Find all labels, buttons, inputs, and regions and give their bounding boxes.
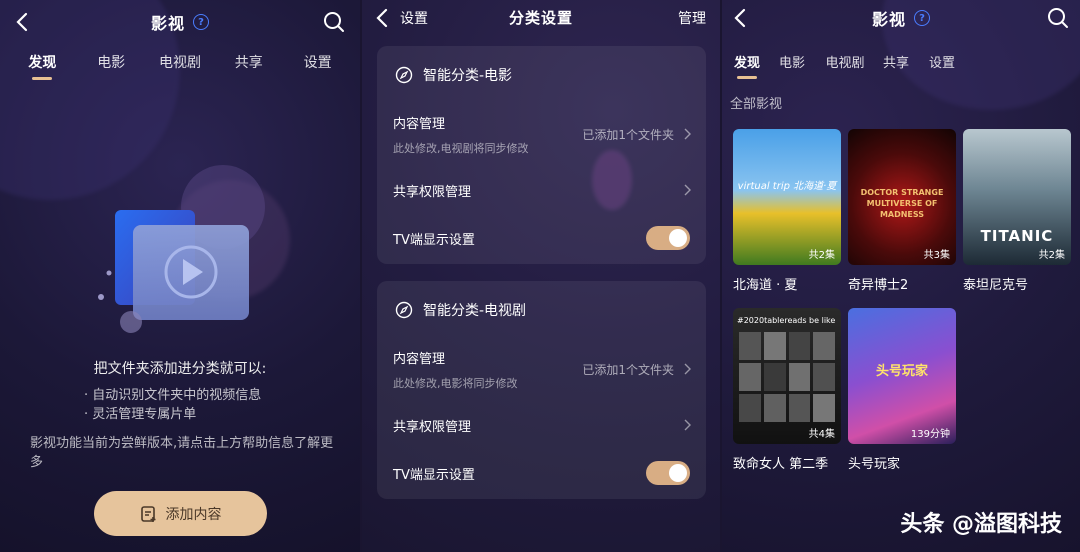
- manage-button[interactable]: 管理: [678, 8, 706, 28]
- poster-card[interactable]: 头号玩家 139分钟: [848, 308, 956, 444]
- panel-discover-library: 影视 ? 发现 电影 电视剧 共享 设置 全部影视 virtual trip 北…: [722, 0, 1080, 552]
- feature-list: · 自动识别文件夹中的视频信息 · 灵活管理专属片单: [84, 386, 261, 424]
- poster-card[interactable]: DOCTOR STRANGE MULTIVERSE OF MADNESS 共3集: [848, 129, 956, 265]
- row-label: 内容管理: [393, 351, 446, 367]
- beta-note: 影视功能当前为尝鲜版本,请点击上方帮助信息了解更多: [30, 436, 334, 470]
- feature-item: · 灵活管理专属片单: [84, 407, 197, 422]
- top-bar: 分类设置: [362, 0, 720, 34]
- tab-share[interactable]: 共享: [874, 52, 918, 71]
- folder-count: 已添加1个文件夹: [582, 362, 674, 377]
- share-permission-row[interactable]: 共享权限管理: [377, 164, 706, 216]
- panel-discover-empty: 影视 ? 发现 电影 电视剧 共享 设置 把文件夹添加进分类就可以: · 自动识…: [0, 0, 360, 552]
- page-title: 影视: [150, 14, 185, 33]
- row-sublabel: 此处修改,电影将同步修改: [393, 376, 518, 390]
- poster-title: 泰坦尼克号: [963, 278, 1029, 293]
- category-card-movies: 智能分类-电影 内容管理此处修改,电视剧将同步修改 已添加1个文件夹 共享权限管…: [377, 46, 706, 264]
- poster-title: 北海道 · 夏: [733, 278, 798, 293]
- poster-art-text: #2020tablereads be like: [737, 316, 836, 325]
- tab-discover[interactable]: 发现: [726, 52, 768, 71]
- duration-badge: 139分钟: [910, 429, 950, 440]
- tab-bar: 发现 电影 电视剧 共享 设置: [0, 52, 360, 72]
- top-bar: 影视 ?: [0, 0, 360, 44]
- tab-movies[interactable]: 电影: [768, 52, 816, 71]
- poster-art-text: 头号玩家: [875, 364, 928, 379]
- top-bar: 影视 ?: [722, 0, 1080, 36]
- episode-badge: 共3集: [923, 250, 950, 261]
- tab-movies[interactable]: 电影: [77, 52, 146, 72]
- card-header: 智能分类-电影: [377, 46, 706, 104]
- folder-count: 已添加1个文件夹: [582, 127, 674, 142]
- tab-tv[interactable]: 电视剧: [816, 52, 874, 71]
- category-card-tv: 智能分类-电视剧 内容管理此处修改,电影将同步修改 已添加1个文件夹 共享权限管…: [377, 281, 706, 499]
- tv-display-toggle[interactable]: [646, 461, 690, 485]
- row-label: 共享权限管理: [393, 184, 472, 200]
- row-label: 共享权限管理: [393, 419, 472, 435]
- card-title: 智能分类-电视剧: [423, 303, 527, 319]
- tab-tv[interactable]: 电视剧: [146, 52, 215, 72]
- section-title: 全部影视: [730, 97, 783, 112]
- screenshot-collage: 影视 ? 发现 电影 电视剧 共享 设置 把文件夹添加进分类就可以: · 自动识…: [0, 0, 1080, 552]
- chevron-right-icon: [684, 363, 691, 375]
- search-icon[interactable]: [322, 10, 346, 34]
- chevron-right-icon: [684, 419, 691, 431]
- tab-settings[interactable]: 设置: [283, 52, 352, 72]
- chevron-right-icon: [684, 128, 691, 140]
- poster-art-text: virtual trip 北海道·夏: [737, 181, 837, 192]
- share-permission-row[interactable]: 共享权限管理: [377, 399, 706, 451]
- card-header: 智能分类-电视剧: [377, 281, 706, 339]
- chevron-right-icon: [684, 184, 691, 196]
- tv-display-row: TV端显示设置: [377, 451, 706, 495]
- search-icon[interactable]: [1046, 6, 1070, 30]
- poster-art-text: TITANIC: [980, 227, 1054, 245]
- help-icon[interactable]: ?: [914, 10, 930, 26]
- poster-card[interactable]: virtual trip 北海道·夏 共2集: [733, 129, 841, 265]
- tab-bar: 发现 电影 电视剧 共享 设置: [722, 52, 1080, 71]
- episode-badge: 共2集: [808, 250, 835, 261]
- tab-share[interactable]: 共享: [214, 52, 283, 72]
- content-management-row[interactable]: 内容管理此处修改,电视剧将同步修改 已添加1个文件夹: [377, 104, 706, 164]
- add-content-button[interactable]: 添加内容: [94, 491, 267, 536]
- row-label: 内容管理: [393, 116, 446, 132]
- empty-state-title: 把文件夹添加进分类就可以:: [93, 361, 267, 377]
- episode-badge: 共2集: [1038, 250, 1065, 261]
- watermark: 头条 @溢图科技: [900, 512, 1062, 537]
- folder-video-illustration: [98, 165, 265, 333]
- episode-badge: 共4集: [808, 429, 835, 440]
- row-sublabel: 此处修改,电视剧将同步修改: [393, 141, 529, 155]
- tab-discover[interactable]: 发现: [8, 52, 77, 72]
- poster-title: 头号玩家: [848, 457, 901, 472]
- poster-title: 致命女人 第二季: [733, 457, 829, 472]
- row-label: TV端显示设置: [393, 467, 475, 483]
- tv-display-toggle[interactable]: [646, 226, 690, 250]
- page-title: 分类设置: [508, 8, 573, 27]
- feature-item: · 自动识别文件夹中的视频信息: [84, 388, 262, 403]
- panel-category-settings: 设置 分类设置 管理 智能分类-电影 内容管理 此处修改,电视剧将同步修改 已添加…: [362, 0, 720, 552]
- video-grid-art: [739, 332, 835, 422]
- poster-art-text: DOCTOR STRANGE MULTIVERSE OF MADNESS: [860, 188, 944, 219]
- compass-icon: [395, 66, 413, 84]
- content-management-row[interactable]: 内容管理此处修改,电影将同步修改 已添加1个文件夹: [377, 339, 706, 399]
- tv-display-row: TV端显示设置: [377, 216, 706, 260]
- poster-card[interactable]: #2020tablereads be like 共4集: [733, 308, 841, 444]
- card-title: 智能分类-电影: [423, 68, 513, 84]
- tab-settings[interactable]: 设置: [918, 52, 966, 71]
- back-icon[interactable]: [730, 6, 752, 30]
- page-title: 影视: [871, 10, 906, 29]
- back-icon[interactable]: [12, 10, 34, 34]
- compass-icon: [395, 301, 413, 319]
- row-label: TV端显示设置: [393, 232, 475, 248]
- add-content-label: 添加内容: [165, 506, 222, 523]
- help-icon[interactable]: ?: [193, 14, 209, 30]
- add-document-icon: [140, 505, 155, 522]
- poster-card[interactable]: TITANIC 共2集: [963, 129, 1071, 265]
- poster-title: 奇异博士2: [848, 278, 909, 293]
